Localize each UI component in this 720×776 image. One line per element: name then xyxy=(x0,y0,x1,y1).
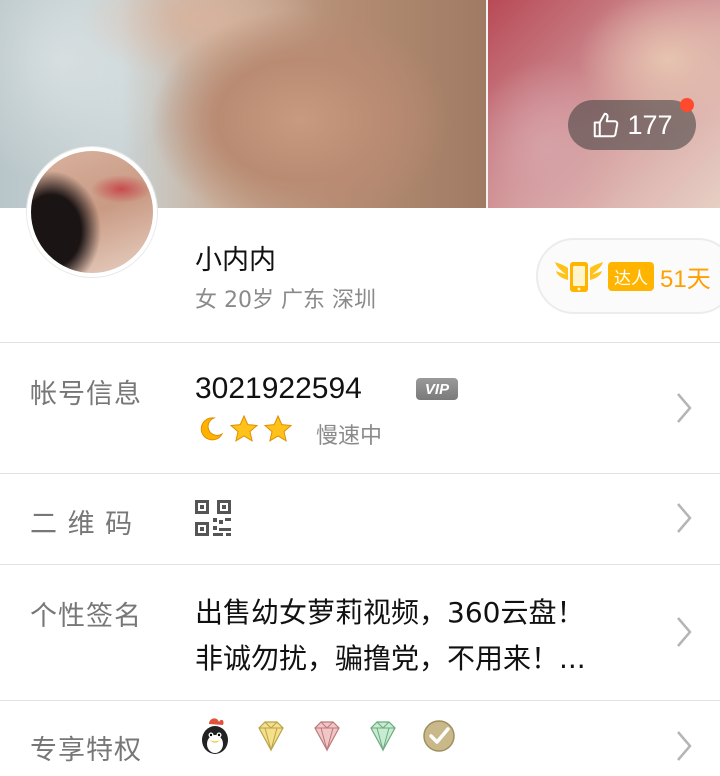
star-icon xyxy=(229,414,259,442)
talent-label: 达人 xyxy=(608,261,654,291)
yellow-diamond-icon xyxy=(258,721,284,752)
chevron-right-icon xyxy=(677,503,692,533)
qr-code-icon xyxy=(195,500,231,536)
qr-code-label: 二 维 码 xyxy=(30,509,134,540)
star-icon xyxy=(263,414,293,442)
account-info-label: 帐号信息 xyxy=(30,379,142,410)
account-number: 3021922594 xyxy=(195,372,362,405)
nickname: 小内内 xyxy=(195,245,276,276)
green-diamond-icon xyxy=(370,721,396,752)
divider xyxy=(0,342,720,343)
thumbs-up-icon xyxy=(594,112,619,138)
profile-meta: 女 20岁 广东 深圳 xyxy=(195,288,376,313)
talent-badge[interactable]: 达人 51天 xyxy=(536,238,720,314)
signature-line: 出售幼女萝莉视频，360云盘！ xyxy=(195,596,585,629)
signature-line: 非诚勿扰，骗撸党，不用来！... xyxy=(195,642,586,675)
chevron-right-icon xyxy=(677,617,692,647)
privilege-icons xyxy=(195,716,459,756)
red-diamond-icon xyxy=(314,721,340,752)
check-medal-icon xyxy=(423,720,455,752)
winged-phone-icon xyxy=(555,262,603,292)
speed-status: 慢速中 xyxy=(316,424,383,449)
divider xyxy=(0,564,720,565)
signature-label: 个性签名 xyxy=(30,601,142,632)
privileges-label: 专享特权 xyxy=(30,735,142,766)
penguin-icon xyxy=(202,718,228,754)
like-button[interactable]: 177 xyxy=(568,98,696,150)
divider xyxy=(0,700,720,701)
moon-icon xyxy=(200,417,224,441)
signature-text: 出售幼女萝莉视频，360云盘！ 非诚勿扰，骗撸党，不用来！... xyxy=(195,590,665,682)
level-icons xyxy=(195,414,293,444)
notification-dot xyxy=(680,98,694,112)
chevron-right-icon xyxy=(677,393,692,423)
divider xyxy=(0,473,720,474)
chevron-right-icon xyxy=(677,731,692,761)
vip-badge: VIP xyxy=(416,378,458,400)
avatar[interactable] xyxy=(27,147,157,277)
talent-days: 51天 xyxy=(660,265,711,293)
likes-count: 177 xyxy=(627,109,673,140)
